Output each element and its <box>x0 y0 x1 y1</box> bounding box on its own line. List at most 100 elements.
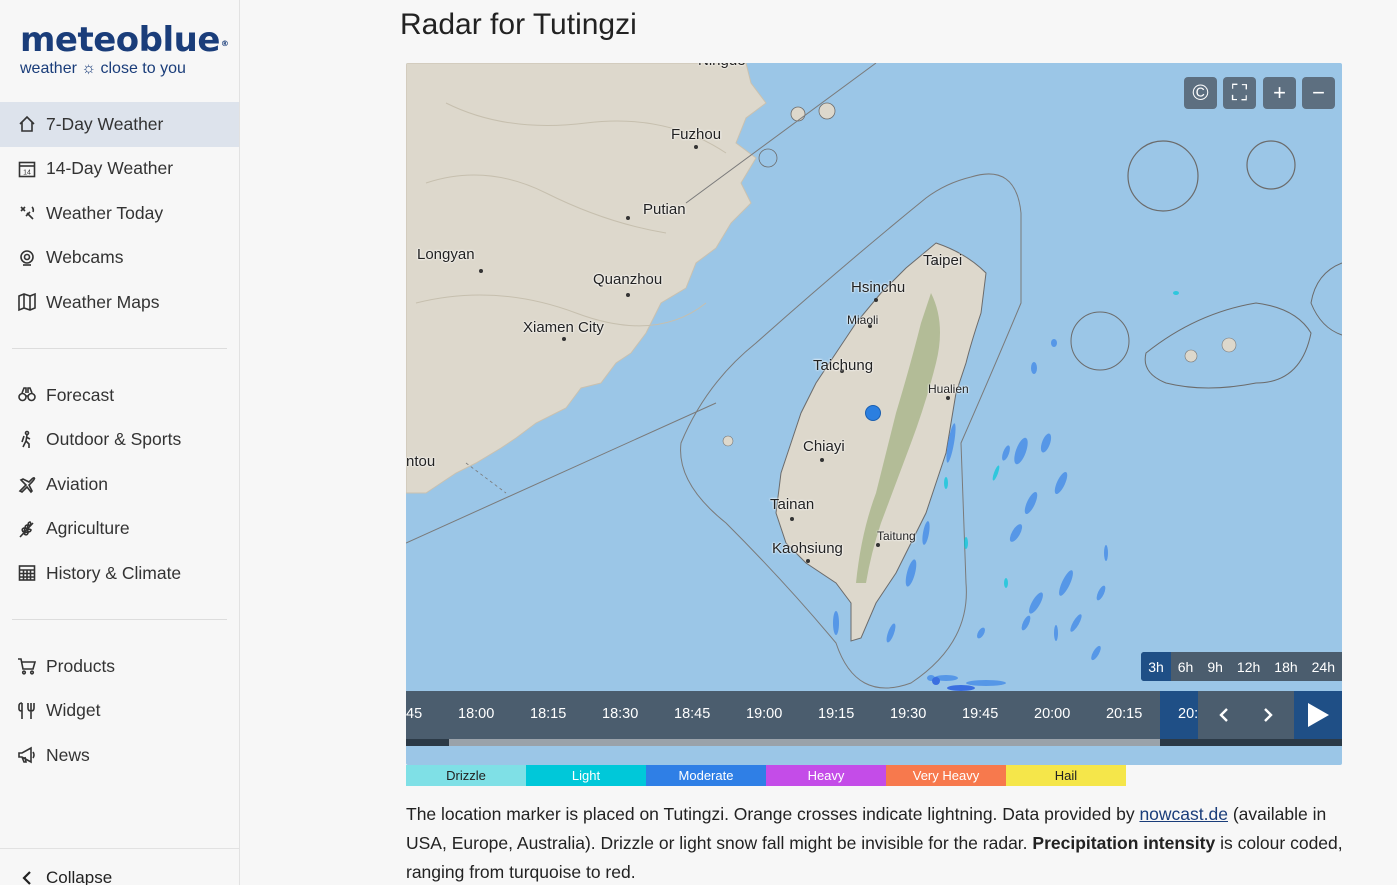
sidebar-item-weather-maps[interactable]: Weather Maps <box>0 280 239 325</box>
city-label: Putian <box>643 201 686 218</box>
fullscreen-button[interactable]: ⛶ <box>1223 77 1256 109</box>
sidebar-item-aviation[interactable]: Aviation <box>0 462 239 507</box>
city-label: Fuzhou <box>671 126 722 143</box>
svg-text:14: 14 <box>23 169 31 176</box>
radar-map[interactable]: Ningde Fuzhou Putian Longyan Quanzhou Xiamen … <box>406 63 1342 765</box>
timeline-forecast-segment <box>1160 739 1342 746</box>
satellite-icon <box>16 202 38 224</box>
legend-light: Light <box>526 765 646 786</box>
timeline-tick[interactable]: 18:30 <box>602 706 638 722</box>
nav-tertiary: Products Widget News <box>0 644 239 778</box>
city-label: Ningde <box>698 63 746 69</box>
timeline-tick[interactable]: 45 <box>406 706 422 722</box>
zoom-out-button[interactable]: − <box>1302 77 1335 109</box>
range-24h[interactable]: 24h <box>1305 652 1342 681</box>
table-icon <box>16 562 38 584</box>
timeline-tick[interactable]: 19:15 <box>818 706 854 722</box>
widget-icon <box>16 700 38 722</box>
sidebar-item-label: History & Climate <box>46 562 182 583</box>
timeline-tick[interactable]: 20: <box>1178 706 1198 722</box>
sidebar-item-label: Agriculture <box>46 518 130 539</box>
timeline-next-button[interactable] <box>1246 691 1290 739</box>
sidebar-item-forecast[interactable]: Forecast <box>0 373 239 418</box>
city-label: Xiamen City <box>523 319 604 336</box>
city-label: Hsinchu <box>851 279 906 296</box>
sidebar-item-label: Aviation <box>46 473 108 494</box>
house-icon <box>16 113 38 135</box>
sidebar-item-label: Webcams <box>46 247 124 268</box>
chevron-right-icon <box>1264 708 1273 722</box>
timeline-prev-button[interactable] <box>1202 691 1246 739</box>
timeline[interactable]: 45 18:00 18:15 18:30 18:45 19:00 19:15 19:30 19:… <box>406 691 1342 746</box>
sidebar-item-news[interactable]: News <box>0 733 239 778</box>
zoom-in-button[interactable]: + <box>1263 77 1296 109</box>
sidebar-item-weather-today[interactable]: Weather Today <box>0 191 239 236</box>
timeline-tick[interactable]: 18:00 <box>458 706 494 722</box>
hiker-icon <box>16 429 38 451</box>
wheat-icon <box>16 518 38 540</box>
collapse-label: Collapse <box>46 867 113 885</box>
sidebar-item-history-climate[interactable]: History & Climate <box>0 551 239 596</box>
sidebar-item-products[interactable]: Products <box>0 644 239 689</box>
time-range-selector: 3h 6h 9h 12h 18h 24h <box>1141 652 1342 681</box>
city-label: Miaoli <box>847 313 879 327</box>
timeline-tick[interactable]: 20:15 <box>1106 706 1142 722</box>
timeline-tick[interactable]: 20:00 <box>1034 706 1070 722</box>
webcam-icon <box>16 247 38 269</box>
attribution-button[interactable]: © <box>1184 77 1217 109</box>
nav-primary: 7-Day Weather 14 14-Day Weather Weather Tod… <box>0 102 239 325</box>
range-6h[interactable]: 6h <box>1171 652 1201 681</box>
collapse-button[interactable]: Collapse <box>0 848 239 885</box>
brand-logo[interactable]: meteoblue® weather ☼ close to you <box>20 20 229 78</box>
city-label: Taichung <box>813 357 874 374</box>
sidebar: meteoblue® weather ☼ close to you 7-Day … <box>0 0 240 885</box>
radar-description: The location marker is placed on Tutingz… <box>406 804 1343 882</box>
range-9h[interactable]: 9h <box>1200 652 1230 681</box>
page-title: Radar for Tutingzi <box>400 8 637 41</box>
sidebar-item-label: 7-Day Weather <box>46 113 164 134</box>
calendar-icon: 14 <box>16 158 38 180</box>
plane-icon <box>16 473 38 495</box>
sidebar-item-label: Products <box>46 655 116 676</box>
nav-divider <box>12 619 227 620</box>
megaphone-icon <box>16 744 38 766</box>
timeline-tick[interactable]: 18:15 <box>530 706 566 722</box>
cart-icon <box>16 655 38 677</box>
nowcast-link[interactable]: nowcast.de <box>1139 804 1228 824</box>
app-root: meteoblue® weather ☼ close to you 7-Day … <box>0 0 1397 885</box>
binoculars-icon <box>16 384 38 406</box>
sidebar-item-label: Outdoor & Sports <box>46 429 182 450</box>
timeline-play-button[interactable] <box>1294 691 1342 739</box>
timeline-tick[interactable]: 18:45 <box>674 706 710 722</box>
sidebar-item-outdoor-sports[interactable]: Outdoor & Sports <box>0 418 239 463</box>
brand-name: meteoblue <box>20 20 220 60</box>
sidebar-item-7-day-weather[interactable]: 7-Day Weather <box>0 102 239 147</box>
city-label: Chiayi <box>803 438 845 455</box>
sidebar-item-widget[interactable]: Widget <box>0 689 239 734</box>
sidebar-item-label: Forecast <box>46 384 115 405</box>
location-marker[interactable] <box>865 405 881 421</box>
chevron-left-icon <box>1219 708 1228 722</box>
range-12h[interactable]: 12h <box>1230 652 1267 681</box>
timeline-tick[interactable]: 19:00 <box>746 706 782 722</box>
city-label: Tainan <box>770 496 815 513</box>
legend-drizzle: Drizzle <box>406 765 526 786</box>
legend-hail: Hail <box>1006 765 1126 786</box>
timeline-tick[interactable]: 19:30 <box>890 706 926 722</box>
legend-heavy: Heavy <box>766 765 886 786</box>
sidebar-item-agriculture[interactable]: Agriculture <box>0 507 239 552</box>
timeline-tick[interactable]: 19:45 <box>962 706 998 722</box>
range-3h[interactable]: 3h <box>1141 652 1171 681</box>
legend-moderate: Moderate <box>646 765 766 786</box>
brand-reg: ® <box>220 39 229 48</box>
city-label: Longyan <box>417 246 475 263</box>
map-icon <box>16 291 38 313</box>
sidebar-item-14-day-weather[interactable]: 14 14-Day Weather <box>0 147 239 192</box>
range-18h[interactable]: 18h <box>1267 652 1304 681</box>
city-label: Quanzhou <box>593 271 663 288</box>
city-label: Taipei <box>923 252 963 269</box>
sidebar-item-webcams[interactable]: Webcams <box>0 236 239 281</box>
nav-secondary: Forecast Outdoor & Sports Aviation Agricult… <box>0 373 239 596</box>
precipitation-legend: Drizzle Light Moderate Heavy Very Heavy Hail <box>406 765 1126 786</box>
nav-divider <box>12 348 227 349</box>
